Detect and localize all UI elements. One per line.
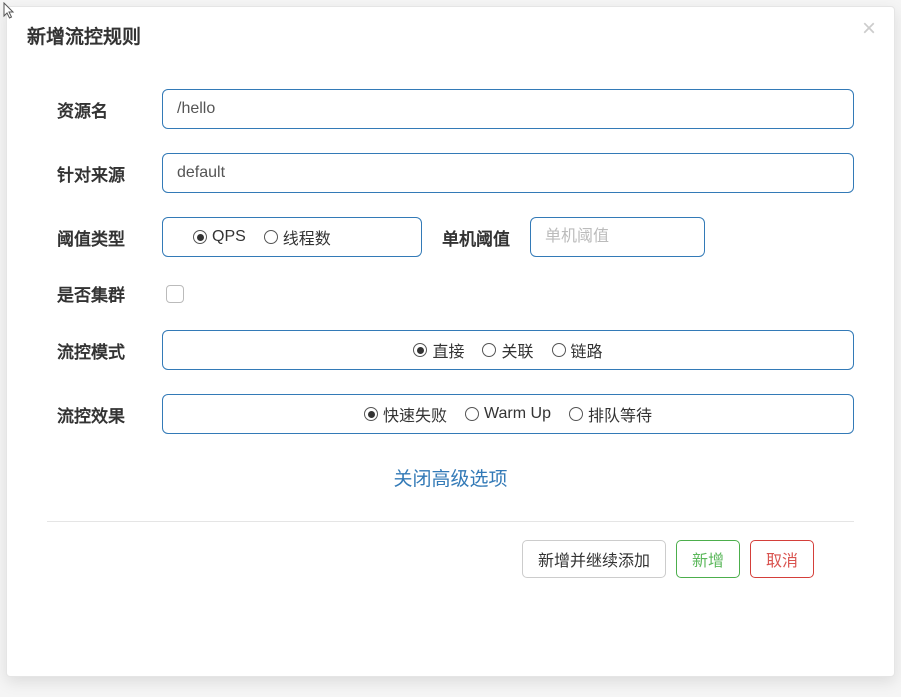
flow-effect-label: 流控效果 xyxy=(47,402,162,427)
radio-label: 链路 xyxy=(571,338,603,362)
resource-input[interactable] xyxy=(162,89,854,129)
flow-mode-radio-group: 直接 关联 链路 xyxy=(162,330,854,370)
radio-label: 线程数 xyxy=(283,225,331,249)
add-continue-button[interactable]: 新增并继续添加 xyxy=(522,540,666,578)
radio-label: 排队等待 xyxy=(588,402,652,426)
cluster-label: 是否集群 xyxy=(47,281,162,306)
single-threshold-label: 单机阈值 xyxy=(442,225,510,250)
radio-threads[interactable]: 线程数 xyxy=(264,225,331,249)
cluster-checkbox[interactable] xyxy=(166,285,184,303)
row-flow-effect: 流控效果 快速失败 Warm Up 排队等待 xyxy=(47,394,854,434)
row-source: 针对来源 xyxy=(47,153,854,193)
radio-icon xyxy=(264,230,278,244)
source-label: 针对来源 xyxy=(47,161,162,186)
advanced-toggle-wrap: 关闭高级选项 xyxy=(47,464,854,491)
modal-title: 新增流控规则 xyxy=(27,22,874,49)
radio-icon xyxy=(413,343,427,357)
flow-mode-label: 流控模式 xyxy=(47,338,162,363)
close-advanced-link[interactable]: 关闭高级选项 xyxy=(393,469,507,490)
radio-warm-up[interactable]: Warm Up xyxy=(465,405,551,423)
modal-body: 资源名 针对来源 阈值类型 QPS 线程数 xyxy=(7,59,894,521)
radio-icon xyxy=(482,343,496,357)
add-button[interactable]: 新增 xyxy=(676,540,740,578)
single-threshold-input[interactable] xyxy=(530,217,705,257)
radio-icon xyxy=(364,407,378,421)
modal-header: 新增流控规则 × xyxy=(7,7,894,59)
radio-chain[interactable]: 链路 xyxy=(552,338,603,362)
radio-icon xyxy=(465,407,479,421)
radio-relate[interactable]: 关联 xyxy=(482,338,533,362)
row-threshold-type: 阈值类型 QPS 线程数 单机阈值 xyxy=(47,217,854,257)
modal-footer: 新增并继续添加 新增 取消 xyxy=(47,521,854,598)
radio-direct[interactable]: 直接 xyxy=(413,338,464,362)
resource-label: 资源名 xyxy=(47,97,162,122)
cancel-button[interactable]: 取消 xyxy=(750,540,814,578)
radio-icon xyxy=(193,230,207,244)
radio-label: QPS xyxy=(212,228,246,246)
radio-label: Warm Up xyxy=(484,405,551,423)
radio-fail-fast[interactable]: 快速失败 xyxy=(364,402,447,426)
source-input[interactable] xyxy=(162,153,854,193)
close-icon[interactable]: × xyxy=(862,17,876,41)
flow-effect-radio-group: 快速失败 Warm Up 排队等待 xyxy=(162,394,854,434)
row-cluster: 是否集群 xyxy=(47,281,854,306)
radio-queue[interactable]: 排队等待 xyxy=(569,402,652,426)
add-flow-rule-modal: 新增流控规则 × 资源名 针对来源 阈值类型 QPS xyxy=(6,6,895,677)
threshold-type-radio-group: QPS 线程数 xyxy=(162,217,422,257)
radio-label: 关联 xyxy=(501,338,533,362)
radio-qps[interactable]: QPS xyxy=(193,228,246,246)
row-flow-mode: 流控模式 直接 关联 链路 xyxy=(47,330,854,370)
threshold-type-label: 阈值类型 xyxy=(47,225,162,250)
radio-icon xyxy=(552,343,566,357)
radio-icon xyxy=(569,407,583,421)
row-resource: 资源名 xyxy=(47,89,854,129)
radio-label: 快速失败 xyxy=(383,402,447,426)
radio-label: 直接 xyxy=(432,338,464,362)
